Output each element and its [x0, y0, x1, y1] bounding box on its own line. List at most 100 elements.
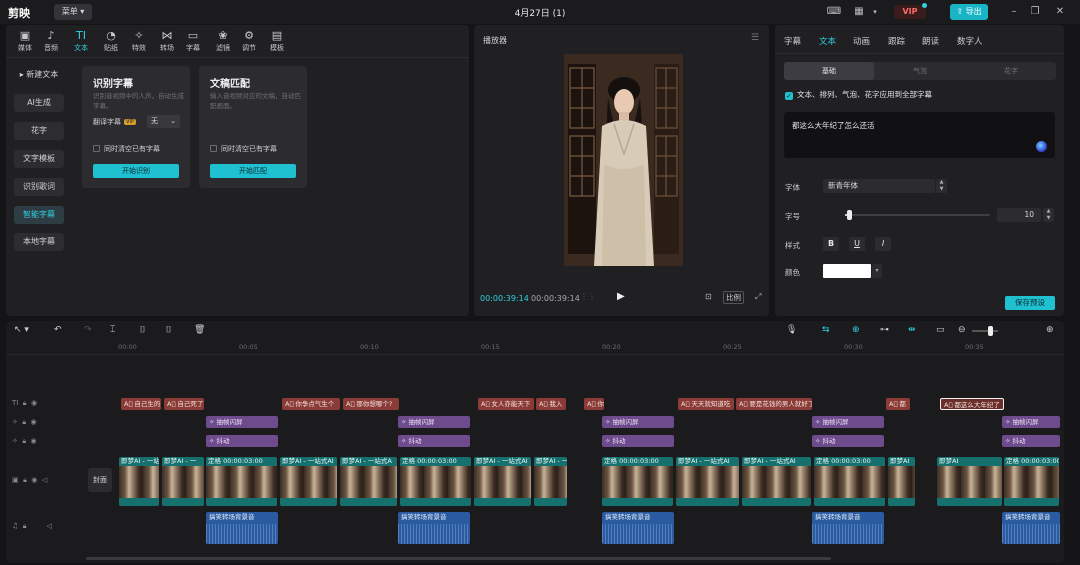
- video-clip[interactable]: 即梦AI - 一站式: [119, 457, 159, 506]
- inspector-tab[interactable]: 朗读: [922, 35, 939, 47]
- side-menu-item[interactable]: 智能字幕: [14, 206, 64, 224]
- video-clip[interactable]: 定格 00:00:03:00: [206, 457, 277, 506]
- restore-icon[interactable]: ❐: [1027, 5, 1043, 19]
- text-clip[interactable]: A⃣ 天天就知道吃: [678, 398, 734, 410]
- tool-tab[interactable]: ✧ 特效: [126, 29, 152, 53]
- text-clip[interactable]: A⃣ 你争点气生个: [282, 398, 340, 410]
- text-clip[interactable]: A⃣ 都: [886, 398, 910, 410]
- video-clip[interactable]: 即梦AI - 一站式AI: [474, 457, 531, 506]
- trim-left-icon[interactable]: ⌷: [140, 325, 145, 335]
- screenshot-icon[interactable]: ⊡: [705, 292, 712, 301]
- text-clip[interactable]: A⃣ 自己生的: [121, 398, 161, 410]
- timeline-scrollbar[interactable]: [86, 557, 831, 560]
- side-menu-item[interactable]: 文字模板: [14, 150, 64, 168]
- underline-button[interactable]: U: [849, 237, 865, 251]
- text-clip[interactable]: A⃣ 你还: [584, 398, 604, 410]
- audio-clip[interactable]: 搞笑转场背景音: [602, 512, 674, 544]
- preview-axis-icon[interactable]: ⇹: [908, 325, 916, 335]
- clear-existing-checkbox[interactable]: 同时清空已有字幕: [93, 144, 160, 154]
- side-menu-item[interactable]: ▸ 新建文本: [14, 66, 64, 84]
- keyboard-icon[interactable]: ⌨: [826, 5, 842, 19]
- chevron-down-icon[interactable]: ▾: [872, 264, 882, 278]
- tool-tab[interactable]: ♪ 音频: [38, 29, 64, 53]
- slider-handle[interactable]: [847, 210, 853, 220]
- segment-bubble[interactable]: 气泡: [875, 62, 965, 80]
- color-swatch[interactable]: [823, 264, 871, 278]
- effect-clip-shake[interactable]: ✧ 抖动: [812, 435, 884, 447]
- tool-tab[interactable]: ◔ 贴纸: [98, 29, 124, 53]
- tool-tab[interactable]: ▭ 字幕: [180, 29, 206, 53]
- text-clip[interactable]: A⃣ 那你想哪个?: [343, 398, 399, 410]
- effect-clip-shake[interactable]: ✧ 抖动: [206, 435, 278, 447]
- zoom-slider[interactable]: [972, 326, 998, 336]
- effect-clip-shake[interactable]: ✧ 抖动: [398, 435, 470, 447]
- video-clip[interactable]: 定格 00:00:03:00: [814, 457, 885, 506]
- video-clip[interactable]: 即梦AI - 一站式AI: [676, 457, 739, 506]
- tool-tab[interactable]: TI 文本: [68, 29, 94, 53]
- inspector-tab[interactable]: 跟踪: [888, 35, 905, 47]
- video-preview[interactable]: [564, 54, 683, 266]
- text-clip[interactable]: A⃣ 都这么大年纪了: [940, 398, 1004, 410]
- eye-icon[interactable]: ◉: [31, 399, 37, 407]
- effect-clip-flash[interactable]: ✧ 抽帧闪屏: [1002, 416, 1060, 428]
- tool-tab[interactable]: ⋈ 转场: [154, 29, 180, 53]
- delete-icon[interactable]: 🗑: [194, 325, 205, 335]
- fullscreen-icon[interactable]: ⤢: [755, 292, 761, 302]
- lock-icon[interactable]: 🔒︎: [23, 522, 27, 530]
- lock-icon[interactable]: 🔒︎: [22, 437, 26, 445]
- eye-icon[interactable]: ◉: [31, 476, 37, 484]
- caption-text-input[interactable]: 都这么大年纪了怎么还活: [784, 112, 1055, 158]
- font-stepper-icon[interactable]: ▲ ▼: [936, 179, 947, 193]
- size-input[interactable]: 10: [997, 208, 1041, 222]
- tool-tab[interactable]: ▤ 模板: [264, 29, 290, 53]
- video-clip[interactable]: 即梦AI - 一站: [534, 457, 567, 506]
- video-clip[interactable]: 即梦AI: [888, 457, 915, 506]
- size-stepper-icon[interactable]: ▲ ▼: [1043, 208, 1054, 222]
- video-clip[interactable]: 定格 00:00:03:00: [400, 457, 471, 506]
- lock-icon[interactable]: 🔒︎: [22, 418, 26, 426]
- effect-clip-shake[interactable]: ✧ 抖动: [1002, 435, 1060, 447]
- menu-icon[interactable]: ☰: [751, 33, 759, 43]
- link-main-track-icon[interactable]: ⇆: [822, 325, 830, 335]
- effect-clip-flash[interactable]: ✧ 抽帧闪屏: [602, 416, 674, 428]
- video-clip[interactable]: 即梦AI: [937, 457, 1002, 506]
- ai-orb-icon[interactable]: [1036, 141, 1047, 152]
- microphone-icon[interactable]: 🎙: [786, 325, 797, 335]
- effect-clip-flash[interactable]: ✧ 抽帧闪屏: [812, 416, 884, 428]
- speaker-icon[interactable]: ◁: [47, 522, 52, 530]
- chevron-down-icon[interactable]: ▾: [867, 5, 883, 19]
- effect-clip-flash[interactable]: ✧ 抽帧闪屏: [398, 416, 470, 428]
- layout-icon[interactable]: ▦: [851, 5, 867, 19]
- video-clip[interactable]: 定格 00:00:03:00: [1004, 457, 1059, 506]
- lock-icon[interactable]: 🔒︎: [23, 399, 27, 407]
- audio-clip[interactable]: 搞笑转场背景音: [812, 512, 884, 544]
- inspector-tab[interactable]: 数字人: [957, 35, 983, 47]
- minimize-icon[interactable]: –: [1006, 5, 1022, 19]
- clear-existing-checkbox[interactable]: 同时清空已有字幕: [210, 144, 277, 154]
- lock-icon[interactable]: 🔒︎: [23, 476, 27, 484]
- cover-button[interactable]: 封面: [88, 468, 112, 492]
- select-tool-icon[interactable]: ↖ ▾: [14, 325, 29, 335]
- segment-fancy-text[interactable]: 花字: [966, 62, 1056, 80]
- speaker-icon[interactable]: ◁: [42, 476, 47, 484]
- audio-clip[interactable]: 搞笑转场背景音: [1002, 512, 1060, 544]
- zoom-out-icon[interactable]: ⊖: [958, 325, 966, 335]
- eye-icon[interactable]: ◉: [31, 437, 37, 445]
- start-recognize-button[interactable]: 开始识别: [93, 164, 179, 178]
- linkage-icon[interactable]: ⊶: [880, 325, 889, 335]
- play-button[interactable]: ▶: [617, 291, 625, 302]
- undo-icon[interactable]: ↶: [54, 325, 62, 335]
- inspector-tab[interactable]: 文本: [819, 35, 836, 47]
- side-menu-item[interactable]: 识别歌词: [14, 178, 64, 196]
- side-menu-item[interactable]: 本地字幕: [14, 233, 64, 251]
- audio-clip[interactable]: 搞笑转场背景音: [206, 512, 278, 544]
- text-clip[interactable]: A⃣ 我入: [536, 398, 566, 410]
- close-icon[interactable]: ✕: [1052, 5, 1068, 19]
- size-slider[interactable]: [845, 210, 990, 220]
- apply-all-checkbox[interactable]: ✓ 文本、排列、气泡、花字应用到全部字幕: [785, 89, 932, 100]
- ratio-button[interactable]: 比例: [723, 291, 744, 304]
- segment-basic[interactable]: 基础: [784, 62, 874, 80]
- text-clip[interactable]: A⃣ 女人亦能天下: [478, 398, 534, 410]
- start-match-button[interactable]: 开始匹配: [210, 164, 296, 178]
- redo-icon[interactable]: ↷: [84, 325, 92, 335]
